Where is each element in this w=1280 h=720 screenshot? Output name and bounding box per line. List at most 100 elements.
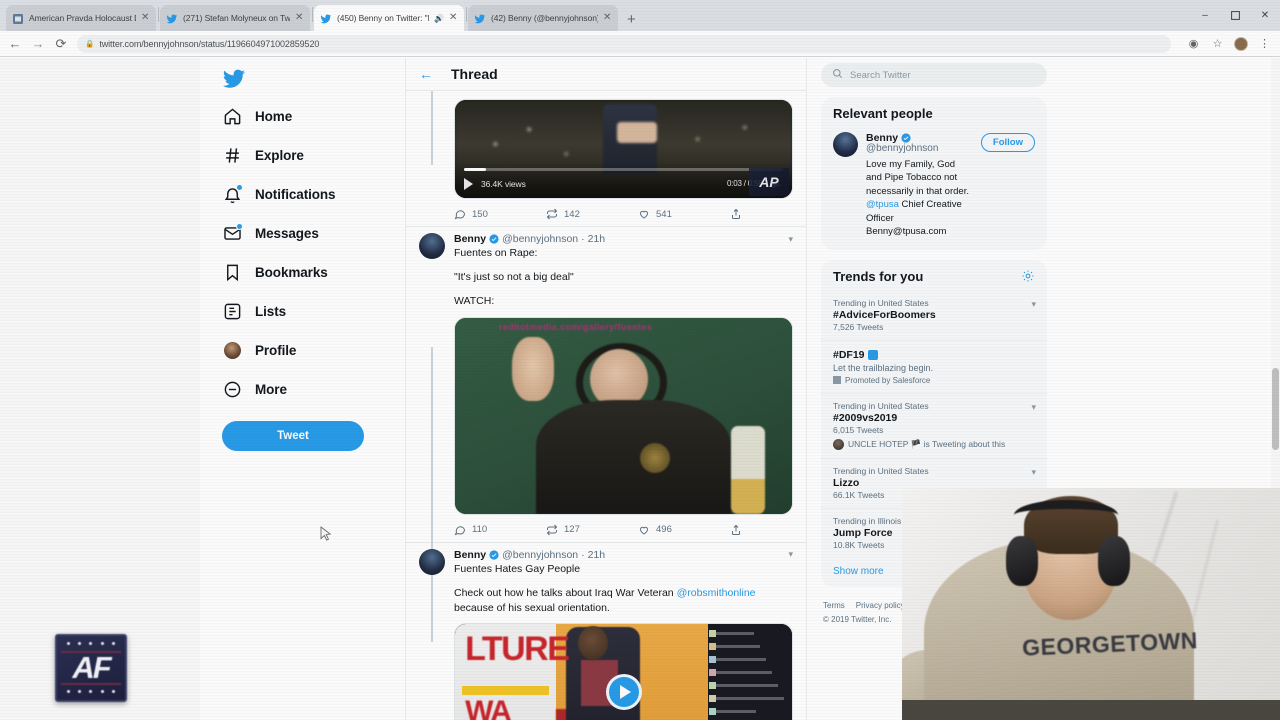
mention-link[interactable]: @tpusa: [866, 199, 899, 210]
extension-icon[interactable]: ◉: [1186, 37, 1201, 50]
search-icon: [832, 66, 843, 84]
tweet-video-player[interactable]: 36.4K views 0:03 / 0:58 🔈 AP: [454, 99, 793, 199]
maximize-button[interactable]: [1220, 0, 1250, 31]
video-scrubber[interactable]: [464, 168, 783, 171]
search-input[interactable]: Search Twitter: [821, 63, 1047, 87]
minimize-button[interactable]: –: [1190, 0, 1220, 31]
notification-badge: [236, 183, 243, 191]
chevron-down-icon[interactable]: ▾: [1031, 402, 1036, 413]
profile-avatar[interactable]: [1234, 36, 1248, 51]
mouse-cursor: [320, 526, 332, 543]
back-button[interactable]: ←: [8, 37, 22, 50]
scrollbar-thumb[interactable]: [1272, 368, 1279, 450]
mention-link[interactable]: @robsmithonline: [677, 587, 756, 599]
trend-name: #2009vs2019: [833, 411, 898, 424]
avatar[interactable]: [419, 548, 445, 575]
forward-button[interactable]: →: [31, 37, 45, 50]
chevron-down-icon[interactable]: ▾: [788, 234, 793, 245]
sidebar-item-profile[interactable]: Profile: [218, 331, 405, 370]
tweet-text-line1: Fuentes Hates Gay People: [454, 562, 581, 575]
avatar: [833, 438, 844, 450]
trend-item-3[interactable]: Trending in United States #2009vs2019 6,…: [821, 392, 1047, 458]
chevron-down-icon[interactable]: ▾: [788, 549, 793, 560]
footer-link-privacy[interactable]: Privacy policy: [856, 599, 905, 613]
tweet-actions-2: 110 127 496: [454, 515, 793, 542]
close-icon[interactable]: ✕: [295, 13, 304, 23]
share-action[interactable]: [730, 208, 742, 220]
sidebar-item-explore[interactable]: Explore: [218, 136, 405, 175]
reply-count: 110: [472, 524, 488, 536]
reply-action[interactable]: 110: [454, 524, 546, 536]
close-icon[interactable]: ✕: [449, 13, 458, 23]
twitter-bird-icon[interactable]: [222, 67, 246, 89]
author-name[interactable]: Benny: [454, 233, 486, 245]
avatar[interactable]: [419, 233, 445, 259]
video-frame-content: 36.4K views 0:03 / 0:58 🔈 AP: [455, 100, 792, 198]
webcam-overlay: GEORGETOWN: [902, 488, 1280, 720]
page-icon: [12, 12, 24, 24]
share-action[interactable]: [730, 524, 742, 536]
sidebar-item-label: Notifications: [255, 187, 336, 202]
sidebar-item-lists[interactable]: Lists: [218, 292, 405, 331]
profile-avatar-icon: [222, 341, 242, 361]
retweet-action[interactable]: 127: [546, 524, 638, 536]
bookmark-star-icon[interactable]: ☆: [1210, 37, 1225, 50]
close-icon[interactable]: ✕: [603, 13, 612, 23]
close-window-button[interactable]: ✕: [1250, 0, 1280, 31]
sidebar-item-messages[interactable]: Messages: [218, 214, 405, 253]
follow-button[interactable]: Follow: [980, 133, 1035, 152]
play-button[interactable]: [605, 674, 642, 711]
reply-count: 150: [472, 208, 488, 220]
tweet-video-thumbnail[interactable]: LTURE WA: [454, 623, 793, 720]
new-tab-button[interactable]: +: [627, 12, 636, 27]
tweet-item-3: Benny @bennyjohnson · 21h ▾ Fuentes Hate…: [406, 543, 806, 720]
tab-audio-icon[interactable]: 🔊: [434, 14, 444, 23]
chevron-down-icon[interactable]: ▾: [1031, 467, 1036, 478]
avatar[interactable]: [833, 132, 858, 157]
author-handle: @bennyjohnson: [502, 233, 579, 245]
af-logo-watermark: AF: [55, 634, 127, 702]
lock-icon: 🔒: [85, 39, 95, 48]
gear-icon[interactable]: [1021, 269, 1035, 283]
video-controls[interactable]: 36.4K views 0:03 / 0:58 🔈: [455, 164, 792, 198]
reply-action[interactable]: 150: [454, 208, 546, 220]
browser-tab-4[interactable]: (42) Benny (@bennyjohnson) / T ✕: [468, 5, 618, 31]
play-icon[interactable]: [464, 177, 473, 190]
author-name[interactable]: Benny: [454, 549, 486, 561]
trend-item-2-promoted[interactable]: #DF19 Let the trailblazing begin. Promot…: [821, 339, 1047, 393]
url-text: twitter.com/bennyjohnson/status/11966049…: [99, 38, 320, 49]
tweet-button[interactable]: Tweet: [222, 421, 364, 451]
browser-tab-2[interactable]: (271) Stefan Molyneux on Twitte ✕: [160, 5, 310, 31]
menu-kebab-icon[interactable]: ⋮: [1257, 37, 1272, 50]
footer-link-terms[interactable]: Terms: [823, 599, 845, 613]
sidebar-item-label: Lists: [255, 304, 287, 319]
reload-button[interactable]: ⟳: [54, 37, 68, 50]
sidebar-item-notifications[interactable]: Notifications: [218, 175, 405, 214]
retweet-action[interactable]: 142: [546, 208, 638, 220]
close-icon[interactable]: ✕: [141, 13, 150, 23]
video-thumb-content: LTURE WA: [455, 624, 792, 720]
trend-item-1[interactable]: Trending in United States #AdviceForBoom…: [821, 291, 1047, 340]
retweet-count: 142: [564, 208, 580, 220]
like-action[interactable]: 496: [638, 524, 730, 536]
tweet-text-line3: WATCH:: [454, 294, 495, 307]
tweet-photo-media[interactable]: redhotmedia.com/gallery/fuentes: [454, 316, 793, 515]
browser-tab-1[interactable]: American Pravda Holocaust De ✕: [6, 5, 156, 31]
tab-divider: [312, 6, 313, 22]
like-action[interactable]: 541: [638, 208, 730, 220]
sidebar-item-more[interactable]: More: [218, 370, 405, 409]
sidebar-item-bookmarks[interactable]: Bookmarks: [218, 253, 405, 292]
page-title: Thread: [451, 66, 498, 82]
trend-who-row: UNCLE HOTEP 🏴 is Tweeting about this: [833, 438, 1035, 450]
sidebar-item-home[interactable]: Home: [218, 97, 405, 136]
address-bar[interactable]: 🔒 twitter.com/bennyjohnson/status/119660…: [77, 34, 1171, 53]
relevant-people-title: Relevant people: [833, 106, 933, 121]
tab-divider: [466, 6, 467, 22]
chevron-down-icon[interactable]: ▾: [1031, 299, 1036, 310]
tab-title: (42) Benny (@bennyjohnson) / T: [491, 13, 598, 23]
browser-tab-3-active[interactable]: (450) Benny on Twitter: "Fue 🔊 ✕: [314, 5, 464, 31]
tweet-text-pre: Check out how he talks about Iraq War Ve…: [454, 586, 677, 599]
back-arrow-icon[interactable]: ←: [419, 67, 433, 81]
thread-column: ← Thread 36.4K views 0:03 / 0:58 AP 150 …: [405, 58, 807, 720]
tweet-item-1: 36.4K views 0:03 / 0:58 🔈 AP: [406, 91, 806, 227]
